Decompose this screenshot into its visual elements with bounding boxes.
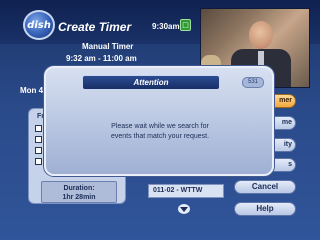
timer-type: Manual Timer — [82, 42, 134, 51]
dialog-message: Please wait while we search for events t… — [66, 122, 254, 142]
tv-icon: □ — [180, 19, 191, 31]
duration-value: 1hr 28min — [62, 194, 96, 201]
logo-text: dish — [27, 19, 51, 31]
screen-title: Create Timer — [58, 20, 132, 34]
options-title: Fr — [37, 113, 44, 120]
dialog-message-line: events that match your request. — [110, 133, 210, 140]
scroll-down-icon[interactable] — [178, 204, 190, 214]
checkbox-icon[interactable] — [35, 158, 42, 165]
duration-label: Duration: — [63, 185, 95, 192]
video-person-head — [249, 21, 273, 49]
date-label: Mon 4 — [20, 86, 44, 95]
duration-display: Duration: 1hr 28min — [41, 181, 117, 203]
checkbox-icon[interactable] — [35, 136, 42, 143]
attention-dialog: Attention 531 Please wait while we searc… — [44, 66, 274, 176]
checkbox-icon[interactable] — [35, 147, 42, 154]
channel-list: 011-02 - WTTW — [148, 176, 228, 216]
list-item[interactable]: 011-02 - WTTW — [148, 184, 224, 198]
clock: 9:30am — [152, 22, 180, 31]
dialog-message-line: Please wait while we search for — [111, 123, 209, 130]
help-button[interactable]: Help — [234, 202, 296, 216]
dish-logo: dish — [23, 10, 55, 40]
checkbox-icon[interactable] — [35, 125, 42, 132]
timer-range: 9:32 am - 11:00 am — [66, 54, 137, 63]
dialog-title: Attention — [82, 75, 220, 90]
dialog-code: 531 — [242, 77, 264, 88]
cancel-button[interactable]: Cancel — [234, 180, 296, 194]
